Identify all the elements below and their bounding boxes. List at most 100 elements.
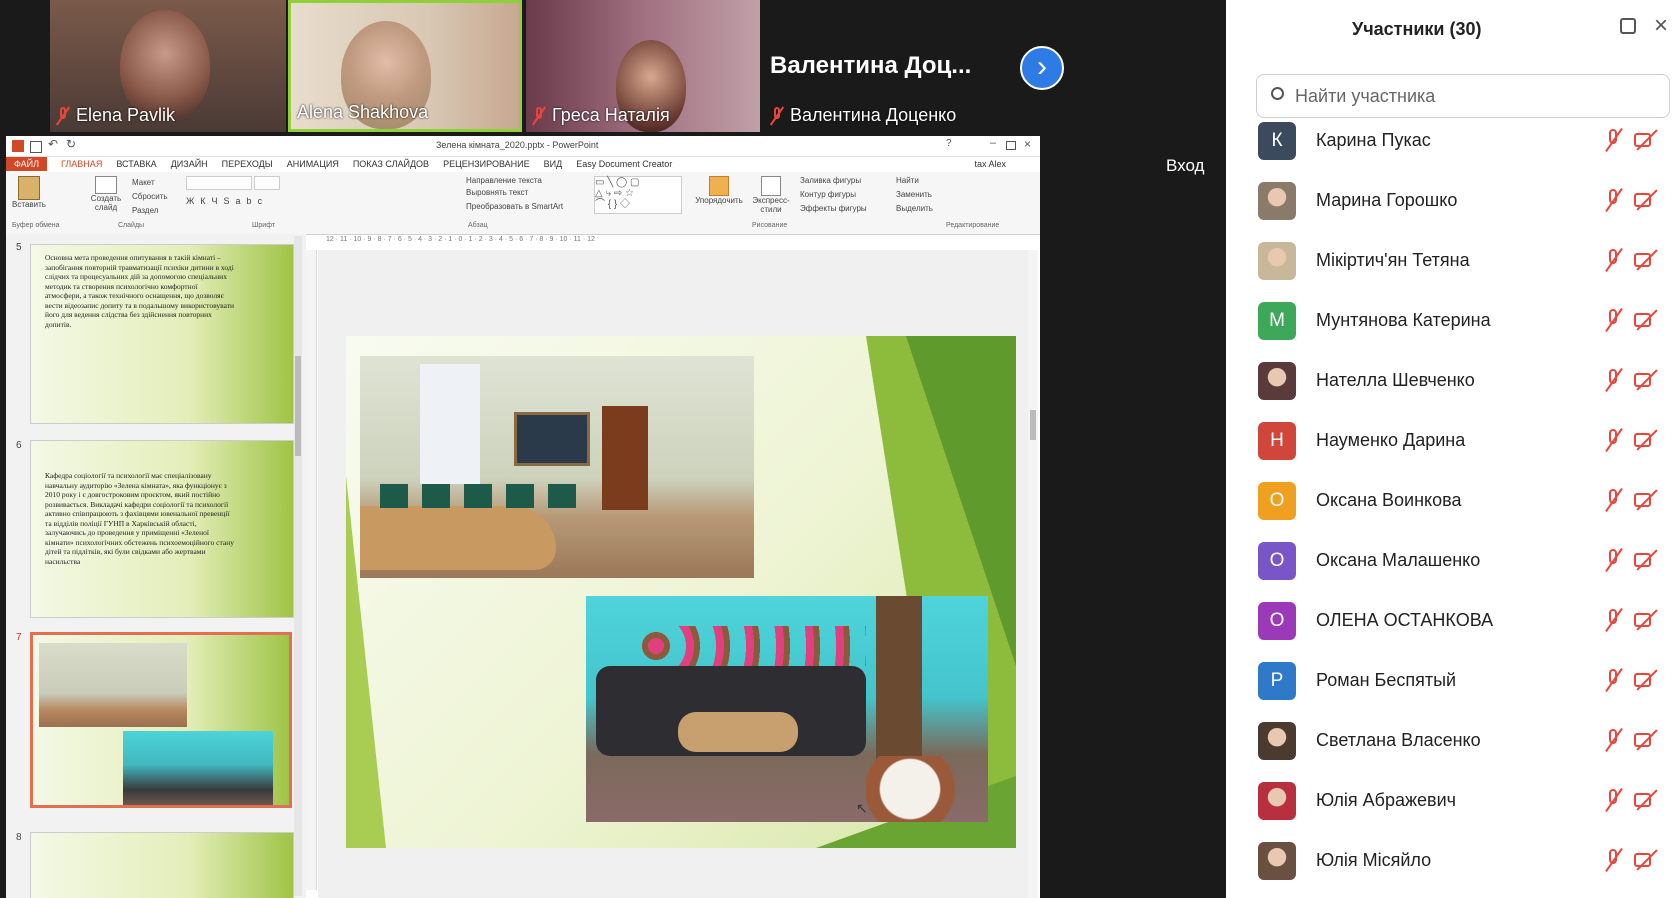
find-button[interactable]: Найти: [896, 176, 919, 185]
section-button[interactable]: Раздел: [132, 206, 158, 215]
tab-transitions[interactable]: ПЕРЕХОДЫ: [222, 159, 273, 169]
shape-outline-button[interactable]: Контур фигуры: [800, 190, 856, 199]
participant-row[interactable]: Н Науменко Дарина: [1226, 410, 1676, 470]
mic-muted-icon[interactable]: [1602, 728, 1626, 752]
scrollbar-thumb[interactable]: [1030, 410, 1036, 440]
tab-design[interactable]: ДИЗАЙН: [171, 159, 208, 169]
tab-home[interactable]: ГЛАВНАЯ: [61, 159, 102, 169]
scrollbar-thumb[interactable]: [295, 356, 301, 456]
video-off-icon[interactable]: [1634, 548, 1658, 572]
participant-row[interactable]: О ОЛЕНА ОСТАНКОВА: [1226, 590, 1676, 650]
undo-icon[interactable]: ↶: [48, 137, 58, 151]
popout-icon[interactable]: [1620, 18, 1636, 34]
tab-animation[interactable]: АНИМАЦИЯ: [287, 159, 339, 169]
smartart-button[interactable]: Преобразовать в SmartArt: [466, 202, 563, 211]
video-off-icon[interactable]: [1634, 488, 1658, 512]
slide-thumbnail-5[interactable]: Основна мета проведення опитування в так…: [30, 244, 294, 424]
mic-muted-icon: [56, 106, 70, 125]
mic-muted-icon[interactable]: [1602, 248, 1626, 272]
participant-big-name: Валентина Доц...: [770, 52, 972, 79]
video-off-icon[interactable]: [1634, 848, 1658, 872]
video-off-icon[interactable]: [1634, 128, 1658, 152]
mic-muted-icon[interactable]: [1602, 428, 1626, 452]
shape-effects-button[interactable]: Эффекты фигуры: [800, 204, 867, 213]
participant-avatar-photo: [1258, 362, 1296, 400]
reset-button[interactable]: Сбросить: [132, 192, 168, 201]
save-icon[interactable]: [30, 141, 42, 153]
participant-name: Мікіртич'ян Тетяна: [1316, 250, 1470, 270]
participant-row[interactable]: Мікіртич'ян Тетяна: [1226, 230, 1676, 290]
close-panel-icon[interactable]: ×: [1654, 12, 1668, 40]
mic-muted-icon[interactable]: [1602, 608, 1626, 632]
slide-vertical-scrollbar[interactable]: [1028, 250, 1038, 898]
mic-muted-icon[interactable]: [1602, 128, 1626, 152]
mic-muted-icon[interactable]: [1602, 188, 1626, 212]
next-videos-button[interactable]: ›: [1020, 46, 1064, 90]
slide-thumbnail-7-selected[interactable]: [30, 632, 292, 808]
mic-muted-icon[interactable]: [1602, 788, 1626, 812]
participant-avatar-initial: О: [1258, 602, 1296, 640]
mic-muted-icon[interactable]: [1602, 488, 1626, 512]
thumbnail-scrollbar[interactable]: [294, 236, 302, 896]
shape-fill-button[interactable]: Заливка фигуры: [800, 176, 861, 185]
shapes-gallery[interactable]: ▭ ╲ ◯ ▢ △ ⤷ ⇨ ☆ ⌒ { } ◇: [594, 176, 682, 214]
login-button[interactable]: Вход: [1166, 156, 1204, 176]
video-off-icon[interactable]: [1634, 368, 1658, 392]
participant-row[interactable]: М Мунтянова Катерина: [1226, 290, 1676, 350]
tab-review[interactable]: РЕЦЕНЗИРОВАНИЕ: [443, 159, 530, 169]
mic-muted-icon[interactable]: [1602, 308, 1626, 332]
quick-styles-button[interactable]: Экспресс-стили: [748, 176, 794, 214]
video-off-icon[interactable]: [1634, 668, 1658, 692]
maximize-icon[interactable]: [1006, 141, 1016, 150]
redo-icon[interactable]: ↻: [66, 137, 76, 151]
video-off-icon[interactable]: [1634, 788, 1658, 812]
participant-row[interactable]: О Оксана Малашенко: [1226, 530, 1676, 590]
paste-button[interactable]: Вставить: [12, 176, 46, 209]
participant-row[interactable]: Нателла Шевченко: [1226, 350, 1676, 410]
video-off-icon[interactable]: [1634, 188, 1658, 212]
video-tile-gresa-natalia[interactable]: Греса Наталія: [526, 0, 760, 132]
video-tile-valentyna-dotsenko[interactable]: Валентина Доц... Валентина Доценко: [764, 0, 1000, 132]
replace-button[interactable]: Заменить: [896, 190, 932, 199]
video-off-icon[interactable]: [1634, 308, 1658, 332]
layout-button[interactable]: Макет: [132, 178, 155, 187]
arrange-button[interactable]: Упорядочить: [694, 176, 744, 205]
mic-muted-icon[interactable]: [1602, 848, 1626, 872]
font-style-buttons[interactable]: ЖКЧSabc: [186, 196, 268, 206]
participants-panel: Участники (30) × Найти участника К Карина…: [1226, 0, 1676, 898]
mic-muted-icon[interactable]: [1602, 368, 1626, 392]
video-tile-alena-shakhova[interactable]: Alena Shakhova: [288, 0, 522, 132]
participant-row[interactable]: Юлія Місяйло: [1226, 830, 1676, 890]
tab-view[interactable]: ВИД: [544, 159, 563, 169]
participant-row[interactable]: Марина Горошко: [1226, 170, 1676, 230]
text-direction-button[interactable]: Направление текста: [466, 176, 542, 185]
participant-row[interactable]: Р Роман Беспятый: [1226, 650, 1676, 710]
tab-slideshow[interactable]: ПОКАЗ СЛАЙДОВ: [353, 159, 429, 169]
tab-file[interactable]: ФАЙЛ: [6, 157, 48, 171]
participant-row[interactable]: Светлана Власенко: [1226, 710, 1676, 770]
select-button[interactable]: Выделить: [896, 204, 933, 213]
new-slide-button[interactable]: Создать слайд: [84, 176, 128, 212]
video-tile-elena-pavlik[interactable]: Elena Pavlik: [50, 0, 286, 132]
video-off-icon[interactable]: [1634, 608, 1658, 632]
close-icon[interactable]: ×: [1024, 137, 1031, 151]
current-slide-7[interactable]: [346, 336, 1016, 848]
align-text-button[interactable]: Выровнять текст: [466, 188, 528, 197]
font-name-input[interactable]: [186, 176, 252, 190]
slide-thumbnail-8[interactable]: [30, 832, 294, 898]
minimize-icon[interactable]: –: [990, 137, 996, 149]
mic-muted-icon[interactable]: [1602, 548, 1626, 572]
video-off-icon[interactable]: [1634, 728, 1658, 752]
tab-easy-document-creator[interactable]: Easy Document Creator: [576, 159, 672, 169]
font-size-input[interactable]: [254, 176, 280, 190]
participant-row[interactable]: Юлія Абражевич: [1226, 770, 1676, 830]
video-off-icon[interactable]: [1634, 248, 1658, 272]
participant-row[interactable]: О Оксана Воинкова: [1226, 470, 1676, 530]
tab-insert[interactable]: ВСТАВКА: [116, 159, 156, 169]
help-icon[interactable]: ?: [946, 138, 952, 149]
slide-thumbnail-6[interactable]: Кафедра соціології та психології має спе…: [30, 440, 294, 618]
account-name[interactable]: tax Alex: [974, 159, 1006, 169]
video-off-icon[interactable]: [1634, 428, 1658, 452]
participant-row[interactable]: К Карина Пукас: [1226, 110, 1676, 170]
mic-muted-icon[interactable]: [1602, 668, 1626, 692]
